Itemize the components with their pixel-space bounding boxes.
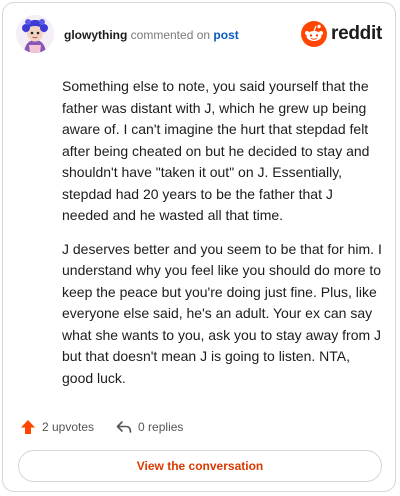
comment-paragraph: Something else to note, you said yoursel… (62, 78, 370, 223)
upvote-arrow-icon (21, 420, 35, 434)
reply-count: 0 replies (138, 420, 184, 434)
comment-actions: 2 upvotes 0 replies (20, 417, 205, 437)
comment-meta: glowything commented on post (64, 28, 239, 42)
username-link[interactable]: glowything (64, 28, 127, 42)
avatar-icon (16, 15, 54, 53)
embedded-comment-card: glowything commented on post reddit Some… (2, 2, 396, 492)
post-link[interactable]: post (213, 28, 238, 42)
reddit-wordmark: reddit (331, 23, 382, 44)
user-avatar[interactable] (16, 15, 54, 53)
reddit-snoo-icon (301, 21, 328, 47)
comment-paragraph: J deserves better and you seem to be tha… (62, 240, 382, 386)
view-conversation-button[interactable]: View the conversation (18, 450, 382, 482)
comment-header: glowything commented on post reddit (16, 15, 382, 55)
upvote-button[interactable]: 2 upvotes (20, 419, 94, 435)
comment-body: Something else to note, you said yoursel… (62, 76, 382, 401)
reply-button[interactable]: 0 replies (116, 419, 183, 435)
commented-on-text: commented on (130, 28, 211, 42)
upvote-count: 2 upvotes (42, 420, 95, 434)
reddit-logo[interactable]: reddit (301, 21, 382, 47)
reply-arrow-icon (116, 421, 132, 433)
